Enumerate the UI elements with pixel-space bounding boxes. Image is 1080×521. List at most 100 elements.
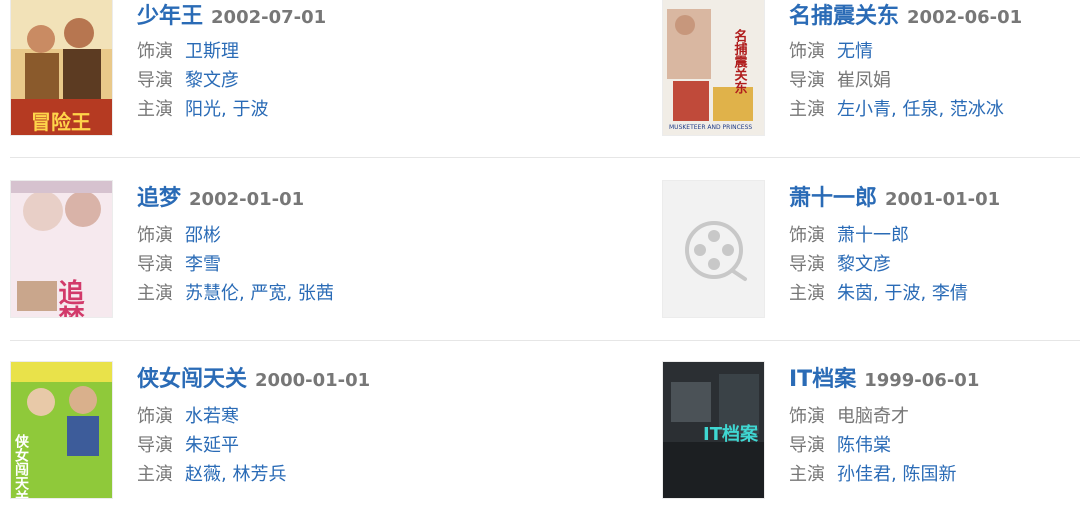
cast-link[interactable]: 左小青 [837, 99, 891, 120]
director-label: 导演 [137, 70, 173, 91]
poster-title-text: 追梦 [54, 278, 84, 318]
poster-title-text: 名捕震关东 [732, 28, 749, 95]
title-line: IT档案 1999-06-01 [789, 361, 980, 392]
divider [10, 340, 1080, 341]
role-name: 电脑奇才 [837, 406, 909, 427]
cast-link[interactable]: 于波 [232, 99, 268, 120]
divider [10, 157, 1080, 158]
role-label: 饰演 [137, 406, 173, 427]
role-label: 饰演 [789, 406, 825, 427]
role-line: 饰演 卫斯理 [137, 40, 239, 64]
role-line: 饰演 邵彬 [137, 224, 221, 248]
role-line: 饰演 电脑奇才 [789, 405, 909, 429]
role-line: 饰演 无情 [789, 40, 873, 64]
poster-title-text: 冒险王 [31, 110, 91, 134]
title-line: 萧十一郎 2001-01-01 [789, 180, 1001, 211]
director-line: 导演 李雪 [137, 253, 221, 277]
movie-title-link[interactable]: 侠女闯天关 [137, 367, 247, 392]
movie-row: 侠女闯天关 侠女闯天关 2000-01-01 饰演 水若寒 导演 朱延平 主演 赵薇, … [0, 361, 1080, 521]
director-line: 导演 陈伟棠 [789, 434, 891, 458]
movie-row: 冒险王 少年王 2002-07-01 饰演 卫斯理 导演 黎文彦 主演 阳光, 于波 名… [0, 0, 1080, 158]
role-link[interactable]: 无情 [837, 41, 873, 62]
cast-link[interactable]: 孙佳君 [837, 464, 891, 485]
movie-card: IT档案 IT档案 1999-06-01 饰演 电脑奇才 导演 陈伟棠 主演 孙佳君, … [662, 361, 1080, 501]
cast-label: 主演 [137, 464, 173, 485]
cast-link[interactable]: 严宽 [250, 283, 286, 304]
cast-line: 主演 赵薇, 林芳兵 [137, 464, 287, 485]
poster-subtitle-text: MUSKETEER AND PRINCESS [669, 124, 752, 131]
release-date: 2001-01-01 [885, 189, 1001, 210]
movie-card: 追梦 追梦 2002-01-01 饰演 邵彬 导演 李雪 主演 苏慧伦, 严宽, 张茜 [10, 180, 530, 320]
director-link[interactable]: 李雪 [185, 254, 221, 275]
cast-line: 主演 朱茵, 于波, 李倩 [789, 283, 968, 304]
director-label: 导演 [789, 70, 825, 91]
cast-link[interactable]: 阳光 [185, 99, 221, 120]
poster-image[interactable]: 侠女闯天关 [10, 361, 113, 499]
title-line: 少年王 2002-07-01 [137, 0, 327, 29]
cast-link[interactable]: 陈国新 [902, 464, 956, 485]
director-label: 导演 [789, 435, 825, 456]
role-link[interactable]: 邵彬 [185, 225, 221, 246]
director-label: 导演 [137, 254, 173, 275]
cast-link[interactable]: 张茜 [298, 283, 334, 304]
poster-image[interactable]: 名捕震关东 MUSKETEER AND PRINCESS [662, 0, 765, 136]
cast-link[interactable]: 范冰冰 [950, 99, 1004, 120]
role-label: 饰演 [137, 225, 173, 246]
cast-link[interactable]: 李倩 [932, 283, 968, 304]
director-line: 导演 朱延平 [137, 434, 239, 458]
movie-title-link[interactable]: IT档案 [789, 367, 856, 392]
release-date: 2002-01-01 [189, 189, 305, 210]
director-label: 导演 [137, 435, 173, 456]
movie-title-link[interactable]: 萧十一郎 [789, 186, 877, 211]
poster-image[interactable]: 追梦 [10, 180, 113, 318]
cast-link[interactable]: 朱茵 [837, 283, 873, 304]
film-reel-icon [685, 221, 747, 281]
release-date: 1999-06-01 [864, 370, 980, 391]
role-label: 饰演 [137, 41, 173, 62]
title-line: 侠女闯天关 2000-01-01 [137, 361, 371, 392]
poster-image[interactable]: IT档案 [662, 361, 765, 499]
director-link[interactable]: 朱延平 [185, 435, 239, 456]
cast-line: 主演 左小青, 任泉, 范冰冰 [789, 99, 1004, 120]
cast-label: 主演 [789, 99, 825, 120]
cast-line: 主演 苏慧伦, 严宽, 张茜 [137, 283, 334, 304]
movie-card: 冒险王 少年王 2002-07-01 饰演 卫斯理 导演 黎文彦 主演 阳光, 于波 [10, 0, 530, 138]
release-date: 2000-01-01 [255, 370, 371, 391]
movie-card: 侠女闯天关 侠女闯天关 2000-01-01 饰演 水若寒 导演 朱延平 主演 赵薇, … [10, 361, 530, 501]
movie-title-link[interactable]: 名捕震关东 [789, 4, 899, 29]
role-line: 饰演 水若寒 [137, 405, 239, 429]
title-line: 名捕震关东 2002-06-01 [789, 0, 1023, 29]
release-date: 2002-07-01 [211, 7, 327, 28]
cast-link[interactable]: 苏慧伦 [185, 283, 239, 304]
poster-image[interactable]: 冒险王 [10, 0, 113, 136]
director-line: 导演 黎文彦 [789, 253, 891, 277]
director-link[interactable]: 黎文彦 [185, 70, 239, 91]
poster-title-text: IT档案 [703, 423, 759, 445]
director-link[interactable]: 陈伟棠 [837, 435, 891, 456]
cast-link[interactable]: 林芳兵 [232, 464, 286, 485]
movie-title-link[interactable]: 少年王 [137, 4, 203, 29]
role-label: 饰演 [789, 225, 825, 246]
release-date: 2002-06-01 [907, 7, 1023, 28]
poster-placeholder[interactable] [662, 180, 765, 318]
cast-link[interactable]: 于波 [884, 283, 920, 304]
director-line: 导演 崔凤娟 [789, 69, 891, 93]
director-line: 导演 黎文彦 [137, 69, 239, 93]
cast-link[interactable]: 任泉 [902, 99, 938, 120]
movie-card: 名捕震关东 MUSKETEER AND PRINCESS 名捕震关东 2002-0… [662, 0, 1080, 138]
movie-title-link[interactable]: 追梦 [137, 186, 181, 211]
role-link[interactable]: 萧十一郎 [837, 225, 909, 246]
role-link[interactable]: 水若寒 [185, 406, 239, 427]
cast-link[interactable]: 赵薇 [185, 464, 221, 485]
cast-label: 主演 [789, 464, 825, 485]
cast-label: 主演 [137, 99, 173, 120]
title-line: 追梦 2002-01-01 [137, 180, 305, 211]
role-line: 饰演 萧十一郎 [789, 224, 909, 248]
poster-title-text: 侠女闯天关 [13, 433, 29, 499]
role-label: 饰演 [789, 41, 825, 62]
movie-row: 追梦 追梦 2002-01-01 饰演 邵彬 导演 李雪 主演 苏慧伦, 严宽, 张茜 … [0, 180, 1080, 340]
cast-label: 主演 [137, 283, 173, 304]
director-link[interactable]: 黎文彦 [837, 254, 891, 275]
cast-label: 主演 [789, 283, 825, 304]
role-link[interactable]: 卫斯理 [185, 41, 239, 62]
